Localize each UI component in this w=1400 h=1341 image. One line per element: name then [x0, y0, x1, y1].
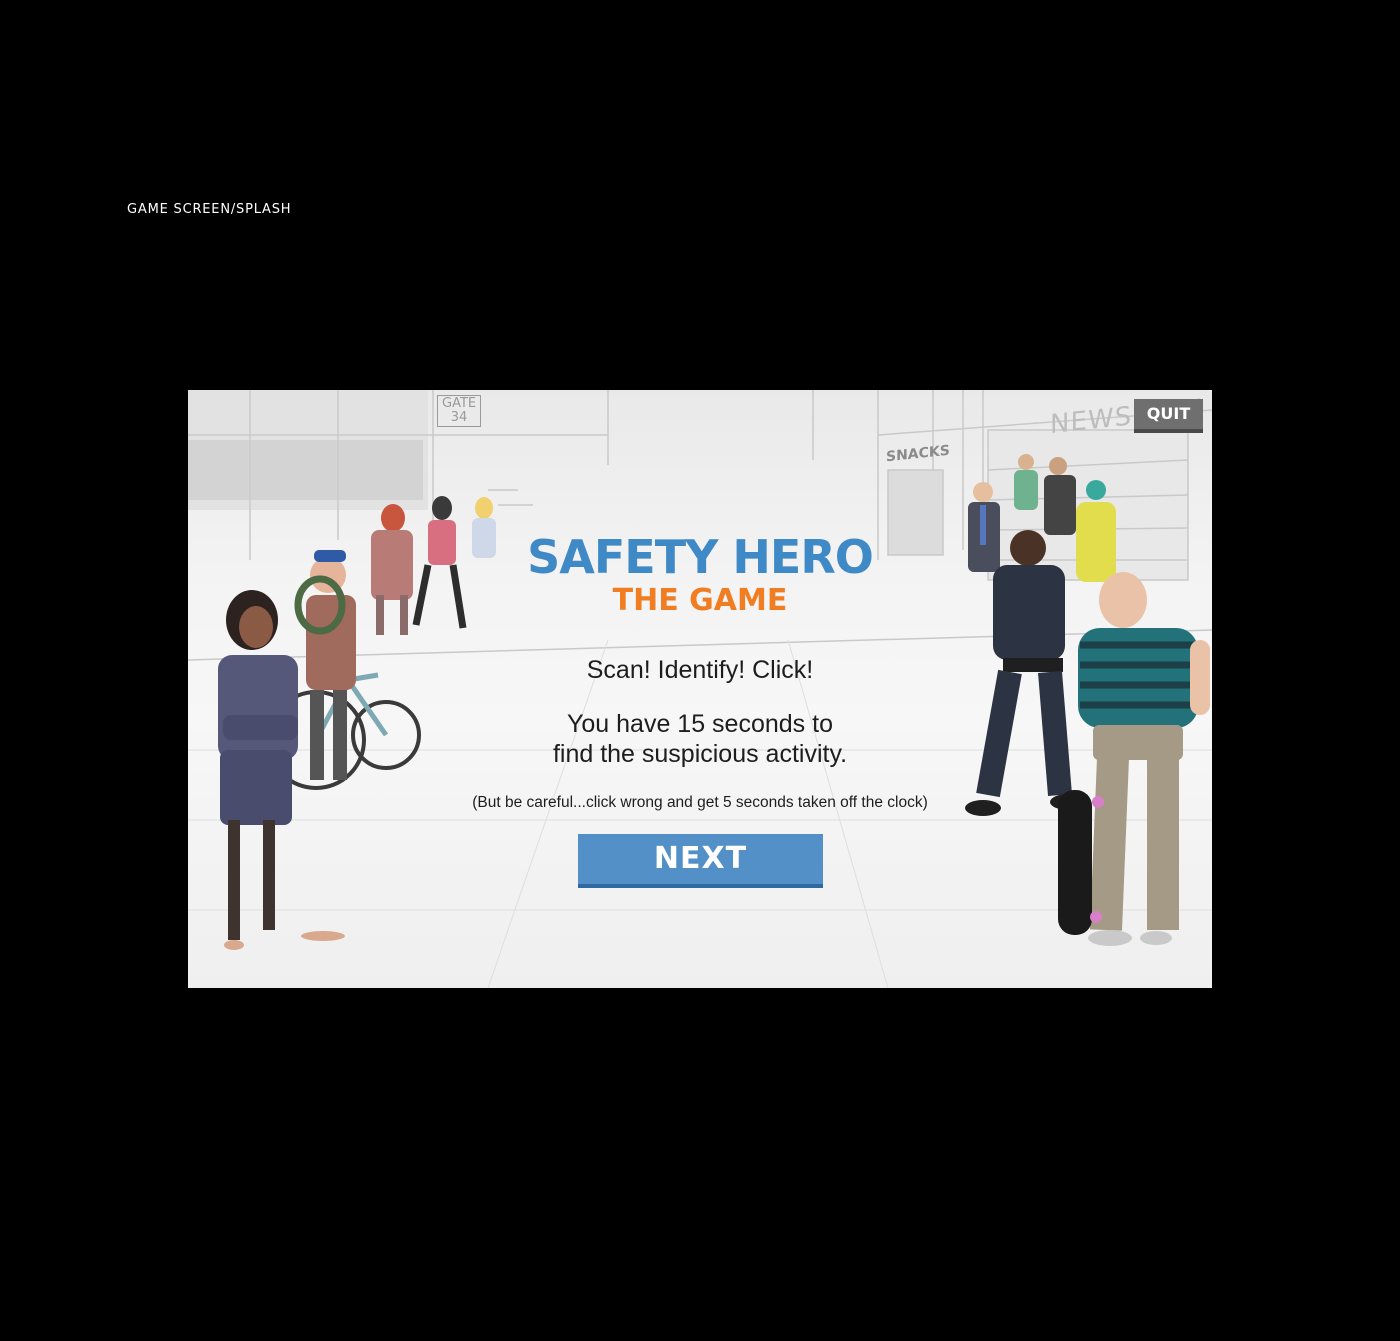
next-button[interactable]: NEXT [578, 834, 823, 888]
page-label: GAME SCREEN/SPLASH [127, 202, 292, 217]
gate-sign: GATE 34 [437, 395, 482, 427]
instructions: You have 15 seconds to find the suspicio… [188, 709, 1212, 769]
penalty-note: (But be careful...click wrong and get 5 … [472, 794, 928, 811]
tagline: Scan! Identify! Click! [586, 656, 814, 684]
instructions-line-2: find the suspicious activity. [552, 740, 848, 768]
instructions-line-1: You have 15 seconds to [567, 710, 833, 738]
game-subtitle: THE GAME [612, 583, 788, 618]
airport-scene-illustration [188, 390, 1212, 988]
game-screen: GATE 34 SNACKS NEWSSTAN SAFETY HERO THE … [188, 390, 1212, 988]
quit-button[interactable]: QUIT [1134, 399, 1203, 433]
game-title: SAFETY HERO [527, 530, 874, 584]
